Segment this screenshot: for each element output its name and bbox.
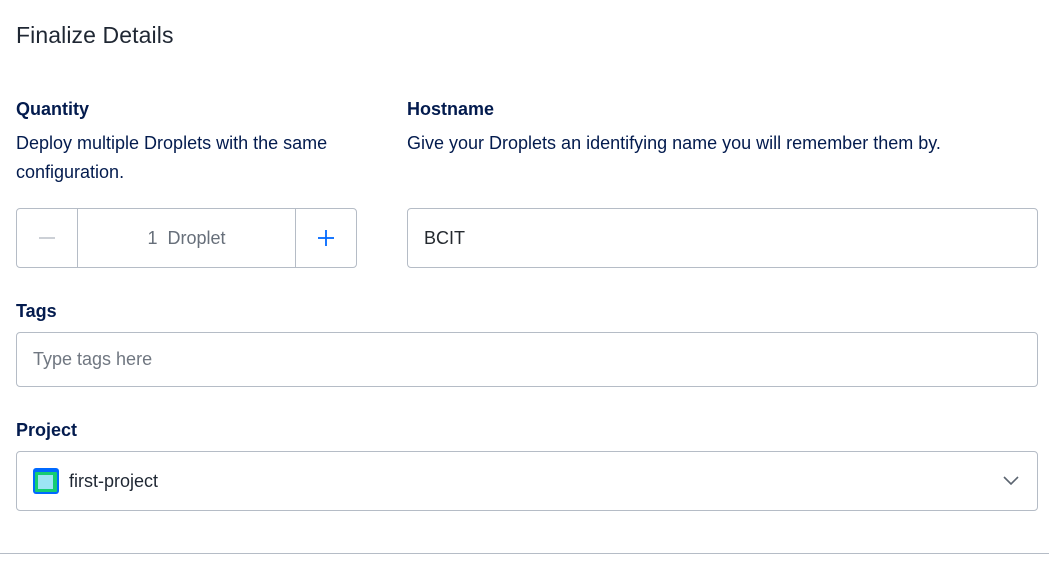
tags-label: Tags (16, 301, 57, 321)
hostname-input[interactable] (407, 208, 1038, 268)
project-icon (33, 468, 59, 494)
hostname-description: Give your Droplets an identifying name y… (407, 133, 941, 153)
finalize-details-page: Finalize Details Quantity Deploy multipl… (0, 0, 1049, 569)
project-select[interactable]: first-project (16, 451, 1038, 511)
tags-input[interactable] (16, 332, 1038, 387)
plus-icon (318, 230, 334, 246)
minus-icon (39, 237, 55, 239)
bottom-divider (0, 553, 1049, 554)
quantity-description: Deploy multiple Droplets with the same c… (16, 133, 328, 182)
section-title: Finalize Details (16, 22, 174, 48)
quantity-label: Quantity (16, 99, 90, 119)
project-label: Project (16, 420, 78, 440)
quantity-stepper[interactable]: 1 Droplet (16, 208, 357, 268)
project-selected-value: first-project (69, 470, 159, 491)
increment-button[interactable] (295, 209, 356, 267)
hostname-label: Hostname (407, 99, 495, 119)
chevron-down-icon[interactable] (1001, 471, 1021, 491)
decrement-button[interactable] (17, 209, 78, 267)
quantity-value: 1 Droplet (147, 228, 226, 248)
